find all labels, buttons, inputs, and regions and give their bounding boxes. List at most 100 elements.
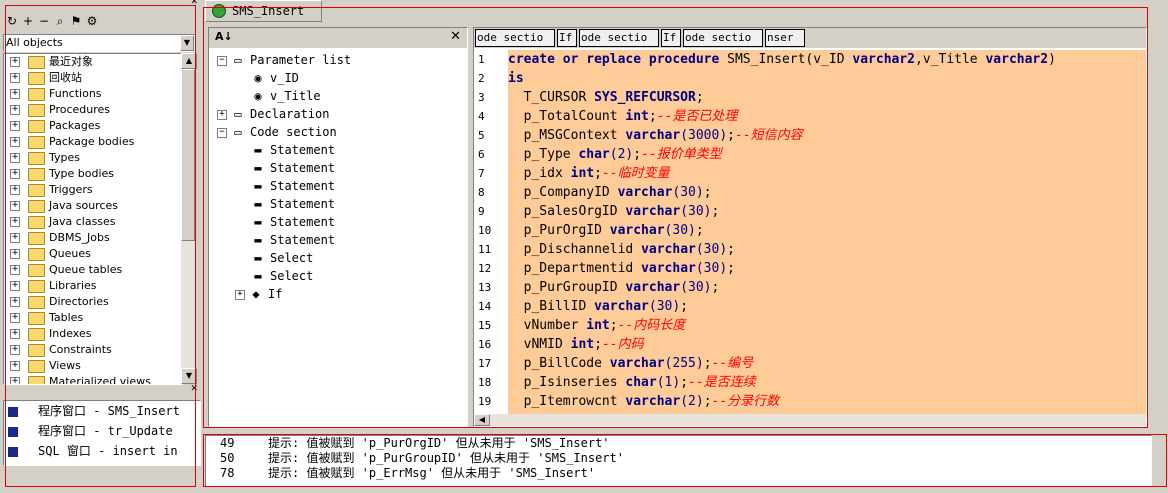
expand-icon[interactable]: + — [10, 137, 20, 147]
close-icon[interactable]: ✕ — [190, 0, 198, 7]
filter-icon[interactable]: ⚑ — [68, 13, 84, 29]
tree-item[interactable]: + Type bodies — [4, 166, 182, 182]
outline-item[interactable]: ▬ Statement — [209, 231, 465, 249]
outline-item[interactable]: ◉ v_ID — [209, 69, 465, 87]
code-line[interactable]: p_BillID varchar(30); — [508, 297, 1146, 316]
sort-icon[interactable]: A↓ — [215, 30, 233, 43]
expand-icon[interactable]: + — [10, 121, 20, 131]
expand-icon[interactable]: + — [10, 281, 20, 291]
code-line[interactable]: p_PurGroupID varchar(30); — [508, 278, 1146, 297]
scroll-thumb[interactable] — [181, 69, 195, 241]
code-line[interactable]: p_BillCode varchar(255);--编号 — [508, 354, 1146, 373]
code-line[interactable]: create or replace procedure SMS_Insert(v… — [508, 50, 1146, 69]
expand-icon[interactable]: + — [235, 289, 245, 300]
tree-item[interactable]: + Java classes — [4, 214, 182, 230]
close-icon[interactable]: ✕ — [450, 29, 461, 44]
message-row[interactable]: 78 提示: 值被赋到 'p_ErrMsg' 但从未用于 'SMS_Insert' — [206, 466, 1151, 481]
tree-item[interactable]: + DBMS_Jobs — [4, 230, 182, 246]
tree-item[interactable]: + Views — [4, 358, 182, 374]
code-line[interactable]: p_Itemrowcnt varchar(2);--分录行数 — [508, 392, 1146, 411]
breadcrumb-item[interactable]: ode sectio — [579, 29, 659, 47]
expand-icon[interactable]: + — [10, 57, 20, 67]
outline-item[interactable]: ▬ Statement — [209, 177, 465, 195]
tree-item[interactable]: + 回收站 — [4, 70, 182, 86]
expand-icon[interactable]: + — [10, 169, 20, 179]
expand-icon[interactable]: + — [10, 201, 20, 211]
outline-item[interactable]: − ▭ Code section — [209, 123, 465, 141]
expand-icon[interactable]: + — [10, 89, 20, 99]
window-list-item[interactable]: 程序窗口 - SMS_Insert — [4, 401, 200, 421]
message-row[interactable]: 50 提示: 值被赋到 'p_PurGroupID' 但从未用于 'SMS_Ins… — [206, 451, 1151, 466]
outline-item[interactable]: ▬ Statement — [209, 213, 465, 231]
tree-item[interactable]: + Types — [4, 150, 182, 166]
expand-icon[interactable]: + — [10, 153, 20, 163]
breadcrumb-item[interactable]: ode sectio — [475, 29, 555, 47]
code-line[interactable]: T_CURSOR SYS_REFCURSOR; — [508, 88, 1146, 107]
code-line[interactable]: p_TotalCount int;--是否已处理 — [508, 107, 1146, 126]
scroll-down-icon[interactable]: ▼ — [181, 368, 197, 384]
breadcrumb-item[interactable]: If — [557, 29, 577, 47]
expand-icon[interactable]: + — [10, 297, 20, 307]
tree-item[interactable]: + Queues — [4, 246, 182, 262]
properties-icon[interactable]: ⚙ — [84, 13, 100, 29]
expand-icon[interactable]: + — [10, 249, 20, 259]
tree-item[interactable]: + Procedures — [4, 102, 182, 118]
tree-item[interactable]: + Packages — [4, 118, 182, 134]
tree-scrollbar[interactable]: ▲ ▼ — [181, 53, 197, 384]
expand-icon[interactable]: − — [217, 127, 227, 138]
tree-item[interactable]: + Java sources — [4, 198, 182, 214]
expand-icon[interactable]: + — [10, 265, 20, 275]
window-list-item[interactable]: 程序窗口 - tr_Update — [4, 421, 200, 441]
add-icon[interactable]: + — [20, 13, 36, 29]
code-line[interactable]: p_Dischannelid varchar(30); — [508, 240, 1146, 259]
refresh-icon[interactable]: ↻ — [4, 13, 20, 29]
outline-item[interactable]: ▬ Statement — [209, 195, 465, 213]
tree-item[interactable]: + 最近对象 — [4, 54, 182, 70]
code-line[interactable]: p_Isinseries char(1);--是否连续 — [508, 373, 1146, 392]
tree-item[interactable]: + Triggers — [4, 182, 182, 198]
message-row[interactable]: 49 提示: 值被赋到 'p_PurOrgID' 但从未用于 'SMS_Inser… — [206, 436, 1151, 451]
expand-icon[interactable]: + — [10, 233, 20, 243]
code-line[interactable]: p_CompanyID varchar(30); — [508, 183, 1146, 202]
outline-item[interactable]: + ▭ Declaration — [209, 105, 465, 123]
code-text[interactable]: create or replace procedure SMS_Insert(v… — [508, 50, 1146, 414]
outline-item[interactable]: ▬ Statement — [209, 159, 465, 177]
remove-icon[interactable]: − — [36, 13, 52, 29]
tree-item[interactable]: + Materialized views — [4, 374, 182, 384]
code-line[interactable]: is — [508, 69, 1146, 88]
code-line[interactable]: vNMID int;--内码 — [508, 335, 1146, 354]
chevron-down-icon[interactable]: ▼ — [180, 35, 194, 51]
expand-icon[interactable]: + — [217, 109, 227, 120]
outline-item[interactable]: − ▭ Parameter list — [209, 51, 465, 69]
tree-item[interactable]: + Functions — [4, 86, 182, 102]
outline-item[interactable]: ▬ Select — [209, 267, 465, 285]
expand-icon[interactable]: − — [217, 55, 227, 66]
tree-item[interactable]: + Tables — [4, 310, 182, 326]
scroll-left-icon[interactable]: ◀ — [474, 414, 490, 426]
expand-icon[interactable]: + — [10, 105, 20, 115]
scroll-up-icon[interactable]: ▲ — [181, 53, 197, 69]
code-line[interactable]: p_Departmentid varchar(30); — [508, 259, 1146, 278]
code-line[interactable]: p_PurOrgID varchar(30); — [508, 221, 1146, 240]
object-filter-select[interactable]: All objects ▼ — [3, 34, 195, 52]
outline-item[interactable]: ▬ Statement — [209, 141, 465, 159]
code-line[interactable]: p_Type char(2);--报价单类型 — [508, 145, 1146, 164]
find-icon[interactable]: ⌕ — [52, 13, 68, 29]
outline-item[interactable]: + ◆ If — [209, 285, 465, 303]
tree-item[interactable]: + Queue tables — [4, 262, 182, 278]
outline-item[interactable]: ◉ v_Title — [209, 87, 465, 105]
breadcrumb-item[interactable]: If — [661, 29, 681, 47]
horizontal-scrollbar[interactable]: ◀ — [474, 414, 1146, 426]
tab-sms-insert[interactable]: SMS_Insert — [205, 0, 322, 22]
tree-item[interactable]: + Constraints — [4, 342, 182, 358]
code-line[interactable]: p_idx int;--临时变量 — [508, 164, 1146, 183]
expand-icon[interactable]: + — [10, 377, 20, 384]
expand-icon[interactable]: + — [10, 329, 20, 339]
expand-icon[interactable]: + — [10, 313, 20, 323]
code-line[interactable]: vNumber int;--内码长度 — [508, 316, 1146, 335]
expand-icon[interactable]: + — [10, 345, 20, 355]
expand-icon[interactable]: + — [10, 73, 20, 83]
code-line[interactable]: p_MSGContext varchar(3000);--短信内容 — [508, 126, 1146, 145]
breadcrumb-item[interactable]: nser — [765, 29, 805, 47]
expand-icon[interactable]: + — [10, 185, 20, 195]
